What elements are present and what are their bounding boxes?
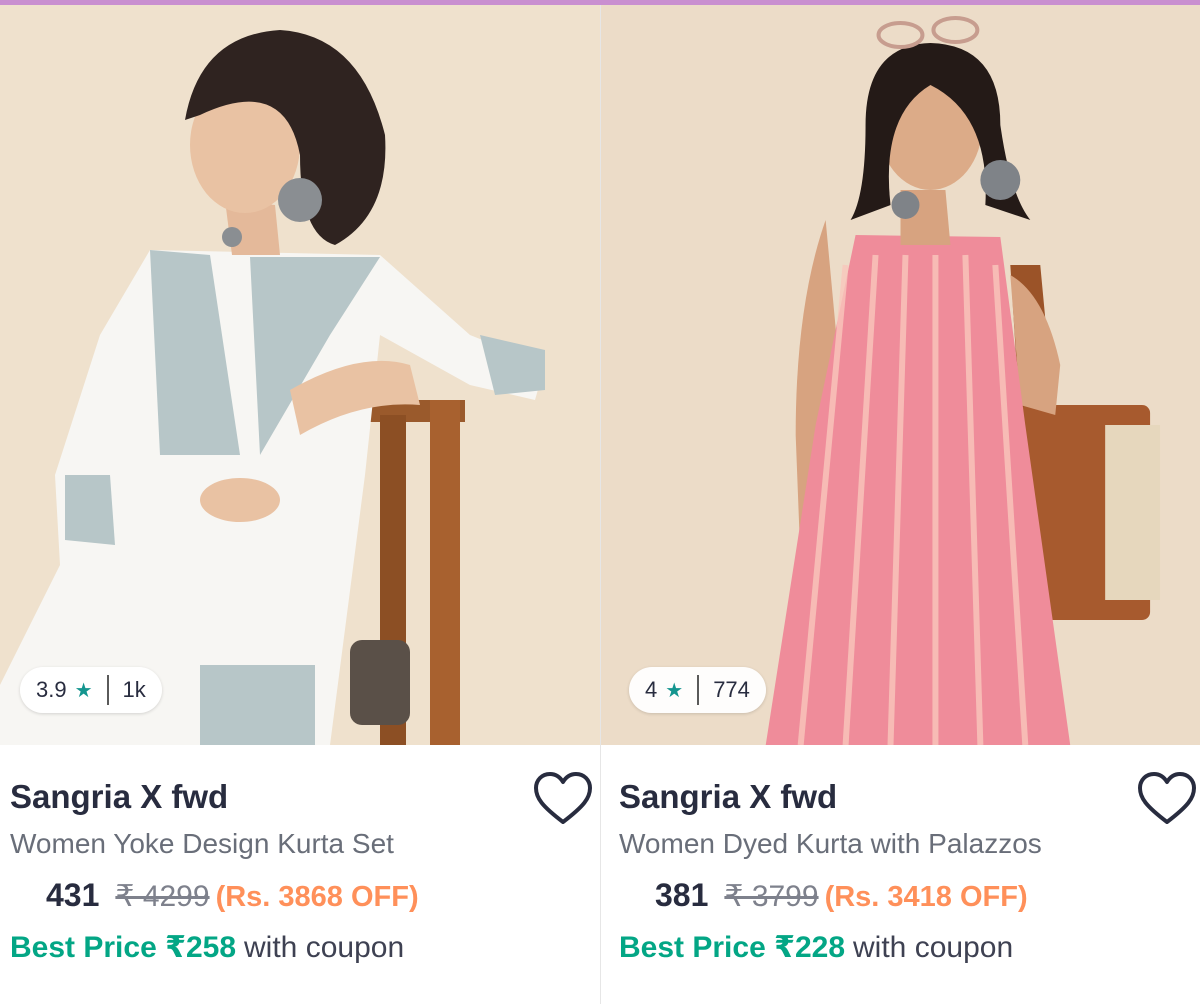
selling-price: 381	[655, 877, 709, 913]
product-image[interactable]	[0, 5, 600, 745]
product-title: Women Dyed Kurta with Palazzos	[619, 828, 1042, 859]
product-title: Women Yoke Design Kurta Set	[10, 828, 394, 859]
product-brand: Sangria X fwd	[619, 778, 838, 815]
product-photo-pink-kurta	[601, 5, 1200, 745]
coupon-suffix: with coupon	[244, 931, 405, 964]
rating-badge: 4 ★ 774	[629, 667, 766, 713]
selling-price: 431	[46, 877, 100, 913]
star-icon: ★	[74, 679, 93, 702]
heart-outline-icon	[534, 772, 592, 824]
wishlist-button[interactable]	[532, 770, 594, 828]
best-price: Best Price ₹228	[619, 931, 846, 964]
discount-label: (Rs. 3418 OFF)	[824, 881, 1028, 913]
coupon-row: Best Price ₹258 with coupon	[10, 930, 404, 965]
coupon-suffix: with coupon	[853, 931, 1014, 964]
rating-divider	[106, 675, 109, 705]
heart-outline-icon	[1138, 772, 1196, 824]
product-card[interactable]: 4 ★ 774 Sangria X fwd Women Dyed Kurta w…	[600, 5, 1200, 1004]
product-grid: 3.9 ★ 1k Sangria X fwd Women Yoke Design…	[0, 5, 1200, 1004]
product-brand: Sangria X fwd	[10, 778, 229, 815]
rating-divider	[697, 675, 700, 705]
discount-label: (Rs. 3868 OFF)	[215, 881, 419, 913]
review-count: 774	[713, 677, 750, 702]
price-row: 381 ₹ 3799 (Rs. 3418 OFF)	[655, 877, 1028, 914]
price-row: 431 ₹ 4299 (Rs. 3868 OFF)	[46, 877, 419, 914]
star-icon: ★	[665, 679, 684, 702]
review-count: 1k	[122, 677, 146, 702]
original-price: ₹ 4299	[115, 880, 210, 913]
rating-value: 3.9	[36, 677, 67, 702]
coupon-row: Best Price ₹228 with coupon	[619, 930, 1013, 965]
product-image[interactable]	[601, 5, 1200, 745]
product-photo-white-kurta	[0, 5, 600, 745]
rating-badge: 3.9 ★ 1k	[20, 667, 162, 713]
rating-value: 4	[645, 677, 658, 702]
original-price: ₹ 3799	[724, 880, 819, 913]
best-price: Best Price ₹258	[10, 931, 237, 964]
product-card[interactable]: 3.9 ★ 1k Sangria X fwd Women Yoke Design…	[0, 5, 600, 1004]
wishlist-button[interactable]	[1136, 770, 1198, 828]
